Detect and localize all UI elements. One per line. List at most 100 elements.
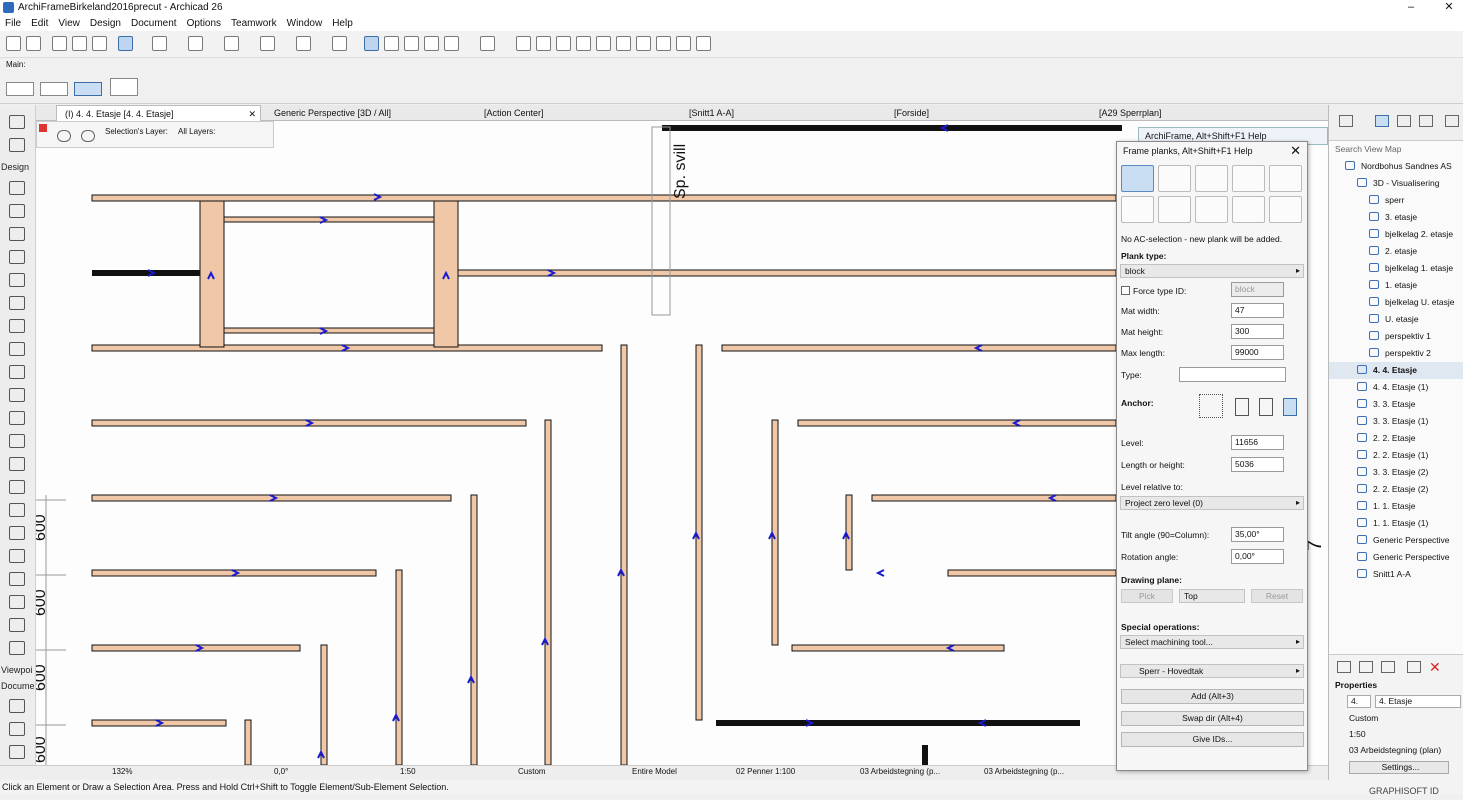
panel-tool-icon[interactable] [9,618,25,632]
group-icon[interactable] [384,36,399,51]
view-settings-icon[interactable] [1407,661,1421,673]
geometry-method-icon[interactable] [6,82,34,96]
view-map-item[interactable]: Generic Perspective [1329,532,1463,549]
guide-lines-icon[interactable] [118,36,133,51]
anchor-grid-icon[interactable] [1199,394,1223,418]
column-tool-icon[interactable] [9,204,25,218]
graphisoft-id[interactable]: GRAPHISOFT ID [1369,786,1439,796]
publisher-icon[interactable] [1419,115,1433,127]
grid-snap-icon[interactable] [224,36,239,51]
close-tab-icon[interactable]: ✕ [248,106,256,122]
view-map-item[interactable]: perspektiv 1 [1329,328,1463,345]
add-plank-icon[interactable] [1121,165,1154,192]
view-map-item[interactable]: bjelkelag U. etasje [1329,294,1463,311]
view-map-item[interactable]: bjelkelag 2. etasje [1329,226,1463,243]
view-map-item[interactable]: 4. 4. Etasje [1329,362,1463,379]
rotation-angle-field[interactable]: 0,00° [1231,549,1284,564]
adjust-icon[interactable] [556,36,571,51]
view-mvo[interactable]: 03 Arbeidstegning (plan) [1349,745,1441,755]
level-relative-dropdown[interactable]: Project zero level (0) [1120,496,1304,510]
project-map-icon[interactable] [1339,115,1353,127]
shell-tool-icon[interactable] [9,296,25,310]
cut-plank-icon[interactable] [1158,196,1191,223]
window-tool-icon[interactable] [9,411,25,425]
dimension-tool-icon[interactable] [9,699,25,713]
dimension-standard-value[interactable]: 03 Arbeidstegning (p... [984,767,1064,776]
view-map-icon[interactable] [1375,115,1389,127]
view-map-item[interactable]: bjelkelag 1. etasje [1329,260,1463,277]
angle-value[interactable]: 0,0° [274,767,288,776]
pen-set-value[interactable]: 02 Penner 1:100 [736,767,795,776]
tab-action-center[interactable]: [Action Center] [476,105,544,121]
menu-document[interactable]: Document [126,18,182,29]
shape-icon[interactable] [480,36,495,51]
delete-icon[interactable]: ✕ [1429,659,1441,676]
menu-window[interactable]: Window [282,18,328,29]
level-dimension-tool-icon[interactable] [9,722,25,736]
menu-file[interactable]: File [0,18,26,29]
box-tool-icon[interactable] [9,595,25,609]
menu-view[interactable]: View [53,18,85,29]
eyedropper-icon[interactable] [92,36,107,51]
gravity-icon[interactable] [188,36,203,51]
menu-teamwork[interactable]: Teamwork [226,18,282,29]
mat-height-field[interactable]: 300 [1231,324,1284,339]
tab-forside[interactable]: [Forside] [886,105,929,121]
marquee-shape-icon[interactable] [40,82,68,96]
view-icon[interactable] [296,36,311,51]
max-length-field[interactable]: 99000 [1231,345,1284,360]
close-window-button[interactable]: ✕ [1434,0,1463,15]
snap-guides-icon[interactable] [152,36,167,51]
explode-icon[interactable] [444,36,459,51]
split-icon[interactable] [536,36,551,51]
restore-button[interactable] [1400,0,1430,15]
view-map-item[interactable]: 2. etasje [1329,243,1463,260]
resize-icon[interactable] [636,36,651,51]
tab-snitt1[interactable]: [Snitt1 A-A] [681,105,734,121]
beam-tool-icon[interactable] [9,227,25,241]
layer-settings-icon[interactable] [81,130,95,142]
view-map-item[interactable]: 3. etasje [1329,209,1463,226]
view-name-field[interactable]: 4. Etasje [1375,695,1461,708]
undo-icon[interactable] [6,36,21,51]
ungroup-icon[interactable] [404,36,419,51]
swap-dir-button[interactable]: Swap dir (Alt+4) [1121,711,1304,726]
zoom-value[interactable]: 132% [112,767,132,776]
view-map-item[interactable]: 3D - Visualisering [1329,175,1463,192]
arrange-icon[interactable] [424,36,439,51]
model-filter-value[interactable]: Entire Model [632,767,677,776]
machining-plank-icon[interactable] [1269,196,1302,223]
arrow-tool-icon[interactable] [9,115,25,129]
clone-folder-icon[interactable] [1381,661,1395,673]
view-map-item[interactable]: perspektiv 2 [1329,345,1463,362]
mat-width-field[interactable]: 47 [1231,303,1284,318]
wall-tool-icon[interactable] [9,181,25,195]
morph-tool-icon[interactable] [9,526,25,540]
plane-dropdown[interactable]: Top [1179,589,1245,603]
view-map-item[interactable]: 1. etasje [1329,277,1463,294]
panel-close-icon[interactable]: ✕ [1290,143,1301,159]
layer-dropdown[interactable]: Sperr - Hovedtak [1120,664,1304,678]
view-map-item[interactable]: 3. 3. Etasje (1) [1329,413,1463,430]
marquee-tool-icon[interactable] [9,138,25,152]
anchor-center-icon[interactable] [1259,398,1273,416]
settings-button[interactable]: Settings... [1349,761,1449,774]
tab-generic-perspective[interactable]: Generic Perspective [3D / All] [266,105,391,121]
door-tool-icon[interactable] [9,388,25,402]
curtain-wall-tool-icon[interactable] [9,365,25,379]
extend-plank-icon[interactable] [1158,165,1191,192]
scissors-icon[interactable] [516,36,531,51]
trace-icon[interactable] [260,36,275,51]
view-map-search[interactable]: Search View Map [1335,142,1463,156]
scale-value[interactable]: 1:50 [400,767,416,776]
split-plank-icon[interactable] [1232,196,1265,223]
new-folder-icon[interactable] [1359,661,1373,673]
offset-icon[interactable] [616,36,631,51]
lock-icon[interactable] [332,36,347,51]
menu-help[interactable]: Help [327,18,358,29]
view-map-item[interactable]: Snitt1 A-A [1329,566,1463,583]
text-tool-icon[interactable] [9,745,25,759]
tab-4-etasje[interactable]: (I) 4. 4. Etasje [4. 4. Etasje] ✕ [56,105,261,121]
redo-icon[interactable] [26,36,41,51]
mesh-tool-icon[interactable] [9,503,25,517]
